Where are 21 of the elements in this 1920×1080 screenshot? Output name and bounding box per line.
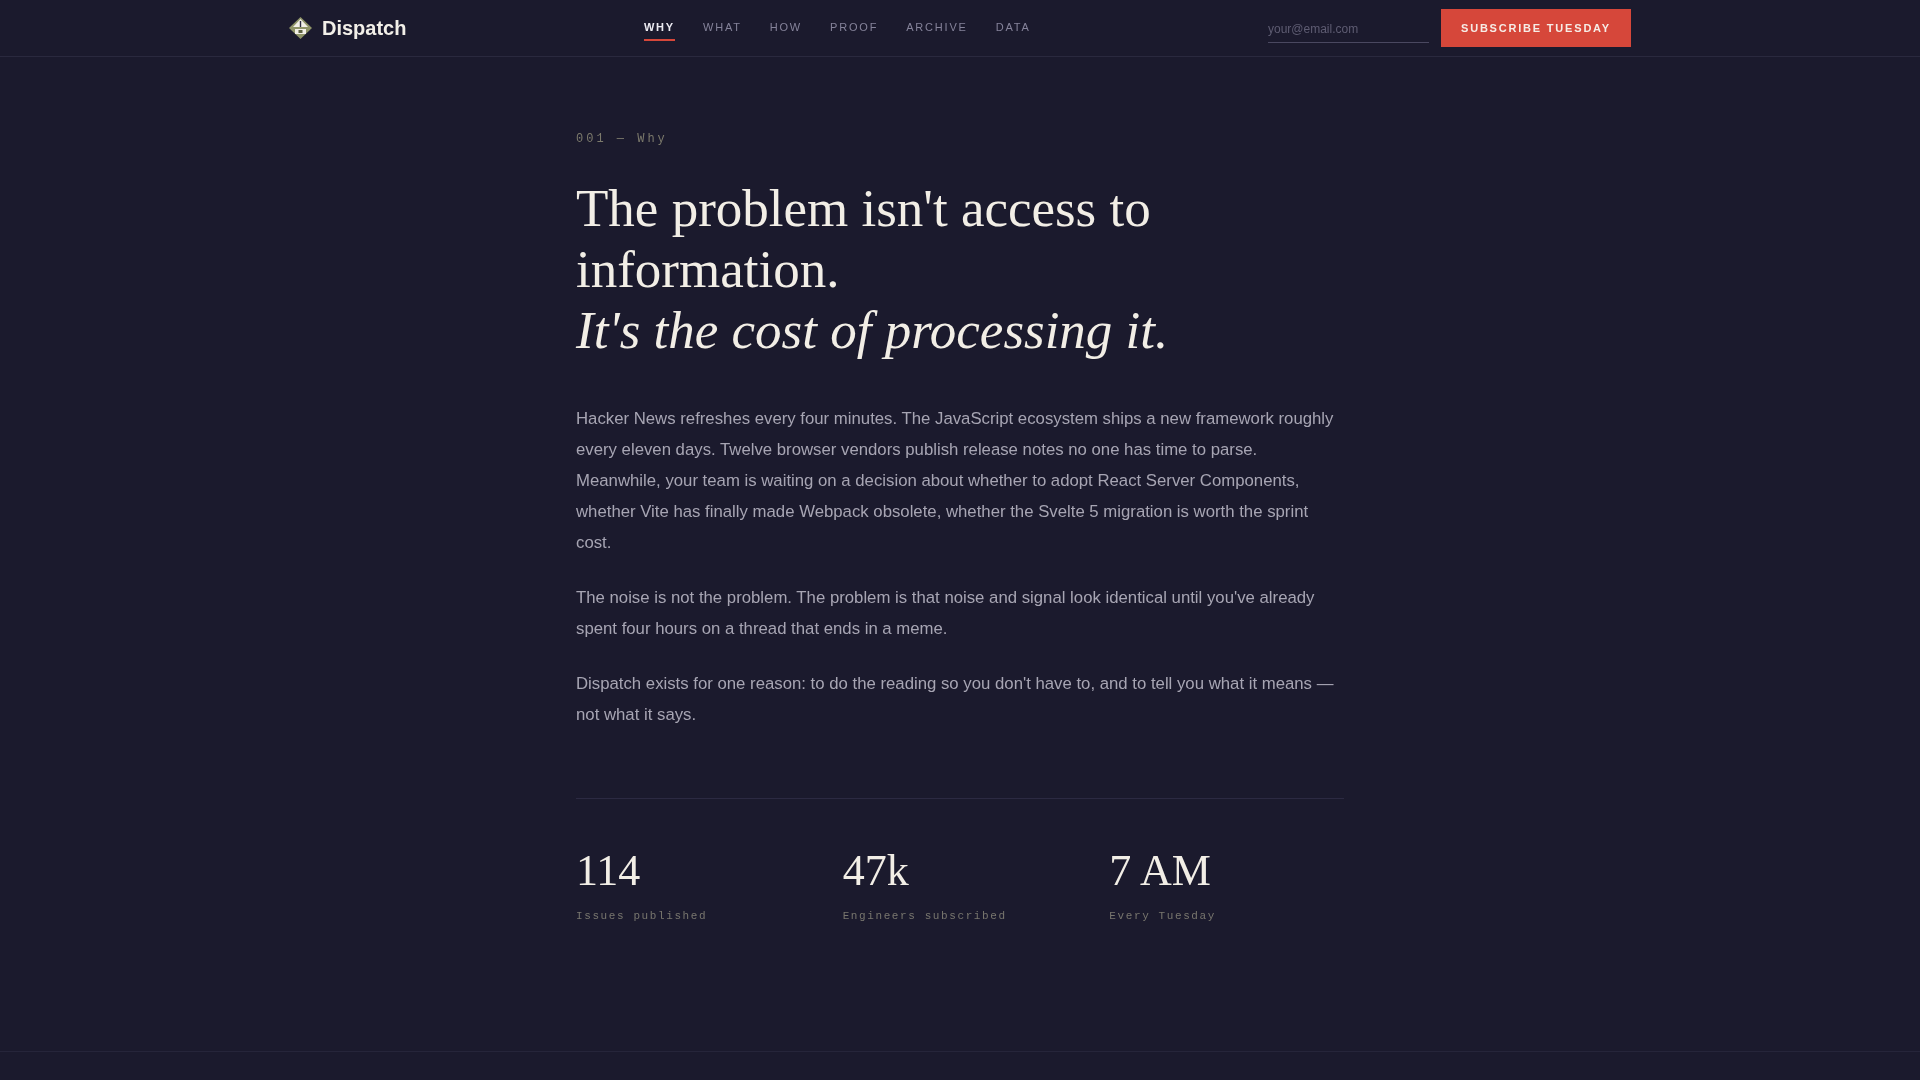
nav-link[interactable]: WHY <box>643 15 675 41</box>
stat-label: Every Tuesday <box>1109 910 1217 922</box>
nav-link[interactable]: WHAT <box>702 15 742 41</box>
body-paragraph: Hacker News refreshes every four minutes. The JavaScript ecosystem ships a new framework roughly every eleven days. Twelve browser vendors publish release notes no one has time to parse. Meanwhile, your team is waiting on a decision about whether to adopt React Server Components, whether Vite has finally made Webpack obsolete, whether the Svelte 5 migration is worth the sprint cost. <box>576 408 1335 554</box>
email-field[interactable]: your@email.com <box>1268 17 1429 43</box>
subscribe-button[interactable]: SUBSCRIBE TUESDAY <box>1441 9 1631 47</box>
nav-link[interactable]: ARCHIVE <box>906 15 968 41</box>
nav-link[interactable]: PROOF <box>830 15 879 41</box>
section-eyebrow: 001 — Why <box>576 131 669 148</box>
nav-link[interactable]: DATA <box>995 15 1031 41</box>
stat-value: 7 AM <box>1109 849 1212 893</box>
logo-icon <box>289 17 312 39</box>
stat-label: Engineers subscribed <box>842 910 1008 922</box>
brand-name: Dispatch <box>322 16 407 40</box>
nav-link[interactable]: HOW <box>769 15 803 41</box>
body-paragraph: The noise is not the problem. The problem is that noise and signal look identical until you've already spent four hours on a thread that ends in a meme. <box>576 587 1316 640</box>
stat-label: Issues published <box>576 910 709 922</box>
body-paragraph: Dispatch exists for one reason: to do the reading so you don't have to, and to tell you what it means — not what it says. <box>576 673 1335 726</box>
stat-value: 47k <box>842 849 910 893</box>
headline: The problem isn't access to information. It's the cost of processing it. <box>576 178 1170 361</box>
stat-value: 114 <box>576 849 642 893</box>
